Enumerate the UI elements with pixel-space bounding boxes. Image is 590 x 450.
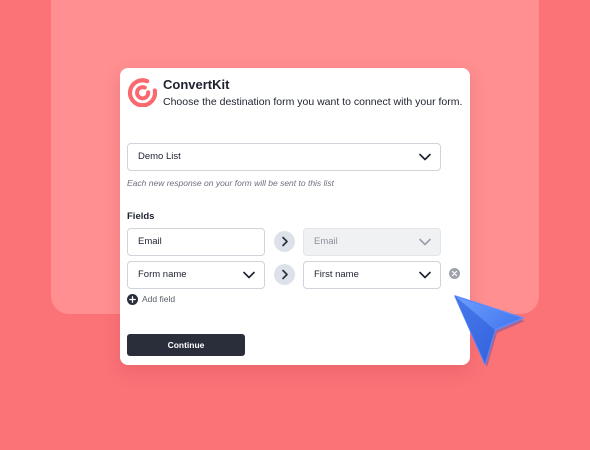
- destination-list-select[interactable]: Demo List: [127, 143, 441, 171]
- target-field-email: Email: [303, 228, 441, 256]
- app-title: ConvertKit: [163, 77, 230, 92]
- source-field-value: Form name: [138, 269, 187, 280]
- plus-circle-icon: [127, 294, 138, 305]
- chevron-down-icon: [419, 238, 431, 246]
- target-field-value: First name: [314, 269, 359, 280]
- add-field-label: Add field: [142, 294, 176, 304]
- chevron-down-icon: [419, 271, 431, 279]
- source-field-value: Email: [138, 236, 162, 247]
- integration-dialog: ConvertKit Choose the destination form y…: [120, 68, 470, 365]
- remove-field-button[interactable]: [449, 268, 460, 279]
- fields-heading: Fields: [127, 211, 155, 222]
- destination-helper-text: Each new response on your form will be s…: [127, 178, 334, 188]
- arrow-right-icon: [282, 269, 288, 280]
- target-field-select[interactable]: First name: [303, 261, 441, 289]
- close-icon: [452, 271, 457, 276]
- destination-list-value: Demo List: [138, 151, 181, 162]
- arrow-right-icon: [282, 236, 288, 247]
- map-arrow-button[interactable]: [274, 231, 295, 252]
- chevron-down-icon: [243, 271, 255, 279]
- map-arrow-button[interactable]: [274, 264, 295, 285]
- dialog-subtitle: Choose the destination form you want to …: [163, 96, 463, 108]
- continue-button[interactable]: Continue: [127, 334, 245, 356]
- cursor-pointer-icon: [454, 295, 525, 367]
- target-field-value: Email: [314, 236, 338, 247]
- source-field-select[interactable]: Form name: [127, 261, 265, 289]
- source-field-email[interactable]: Email: [127, 228, 265, 256]
- chevron-down-icon: [419, 153, 431, 161]
- convertkit-logo-icon: [127, 78, 157, 107]
